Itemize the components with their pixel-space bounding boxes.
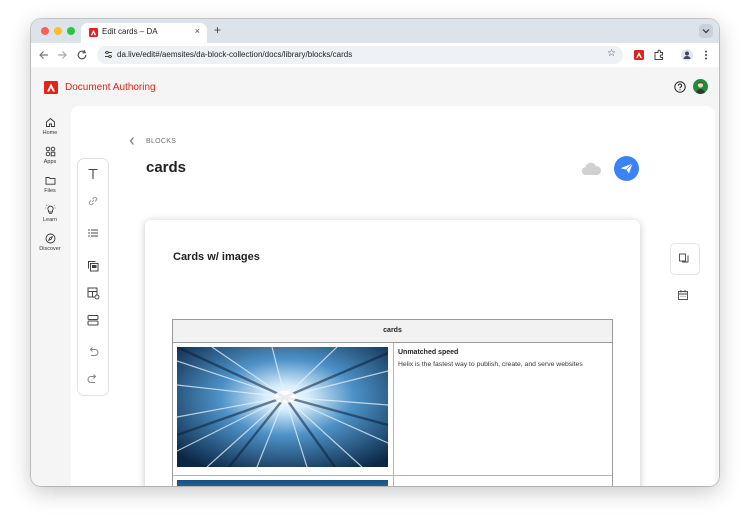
browser-toolbar: da.live/edit#/aemsites/da-block-collecti… [31,43,719,67]
maximize-window-button[interactable] [67,27,75,35]
browser-tab[interactable]: Edit cards – DA × [81,23,207,43]
send-icon [620,163,633,174]
browser-window: Edit cards – DA × + da.live/edit#/aemsit… [31,19,719,486]
card-image-cell[interactable] [173,476,394,486]
home-icon [45,117,55,127]
text-icon[interactable] [86,167,100,181]
app-area: Document Authoring Home Apps Files Learn [31,67,719,486]
card-title[interactable]: Unmatched speed [398,349,608,356]
section-icon[interactable] [86,313,100,327]
breadcrumb[interactable]: BLOCKS [146,138,176,145]
speed-tunnel-image[interactable] [177,347,388,467]
chevron-left-icon[interactable] [128,136,136,146]
profile-icon[interactable] [680,48,694,62]
new-tab-button[interactable]: + [214,23,221,37]
tab-close-icon[interactable]: × [195,26,200,36]
compass-icon [45,233,55,244]
calendar-icon[interactable] [677,289,689,301]
nav-item-discover[interactable]: Discover [35,233,65,259]
more-menu-icon[interactable] [699,48,713,62]
nav-item-home[interactable]: Home [35,117,65,143]
blue-image[interactable] [177,480,388,486]
link-icon[interactable] [86,194,100,208]
tab-search-button[interactable] [699,24,713,38]
cards-block-table[interactable]: cards Unmatched speed Helix is the faste… [172,319,613,486]
block-name-header[interactable]: cards [173,320,612,343]
document-page[interactable]: Cards w/ images cards Unmatched speed He… [145,220,640,486]
bookmark-star-icon[interactable]: ☆ [607,48,616,59]
tab-strip: Edit cards – DA × + [31,19,719,43]
nav-item-files[interactable]: Files [35,175,65,201]
address-bar[interactable]: da.live/edit#/aemsites/da-block-collecti… [97,46,623,64]
back-arrow-icon[interactable] [37,48,51,62]
table-add-icon[interactable] [86,286,100,300]
folder-icon [45,177,55,185]
minimize-window-button[interactable] [54,27,62,35]
adobe-extension-icon[interactable] [632,48,646,62]
publish-button[interactable] [614,156,639,181]
redo-icon[interactable] [86,372,100,386]
help-icon[interactable] [674,81,686,93]
apps-icon [45,146,55,157]
editor-panel: BLOCKS cards Cards w/ images cards Unmat… [71,106,715,486]
url-text: da.live/edit#/aemsites/da-block-collecti… [117,50,353,59]
card-text-cell[interactable] [394,476,612,486]
reload-icon[interactable] [75,48,89,62]
adobe-favicon-icon [89,28,98,37]
site-settings-icon[interactable] [104,50,113,59]
forward-arrow-icon[interactable] [55,48,69,62]
card-description[interactable]: Helix is the fastest way to publish, cre… [398,359,608,372]
nav-label-home: Home [42,130,58,136]
page-title: cards [146,159,187,176]
document-heading[interactable]: Cards w/ images [173,251,260,263]
nav-label-apps: Apps [43,159,57,165]
nav-label-files: Files [44,188,56,194]
list-icon[interactable] [86,226,100,240]
lightbulb-icon [45,204,55,214]
nav-item-apps[interactable]: Apps [35,146,65,172]
adobe-logo-icon[interactable] [44,81,58,94]
user-avatar[interactable] [693,79,708,94]
copy-block-icon[interactable] [86,259,100,273]
versions-button[interactable] [671,244,699,274]
tool-palette [77,158,109,396]
undo-icon[interactable] [86,345,100,359]
card-image-cell[interactable] [173,343,394,476]
nav-item-learn[interactable]: Learn [35,204,65,230]
card-text-cell[interactable]: Unmatched speed Helix is the fastest way… [394,343,612,476]
versions-icon [679,253,689,263]
extensions-puzzle-icon[interactable] [652,48,666,62]
cloud-icon [581,162,602,175]
tab-title: Edit cards – DA [102,27,158,36]
chevron-down-icon [702,29,710,34]
close-window-button[interactable] [41,27,49,35]
nav-label-discover: Discover [39,246,61,252]
brand-name[interactable]: Document Authoring [65,82,156,93]
nav-label-learn: Learn [42,217,58,223]
